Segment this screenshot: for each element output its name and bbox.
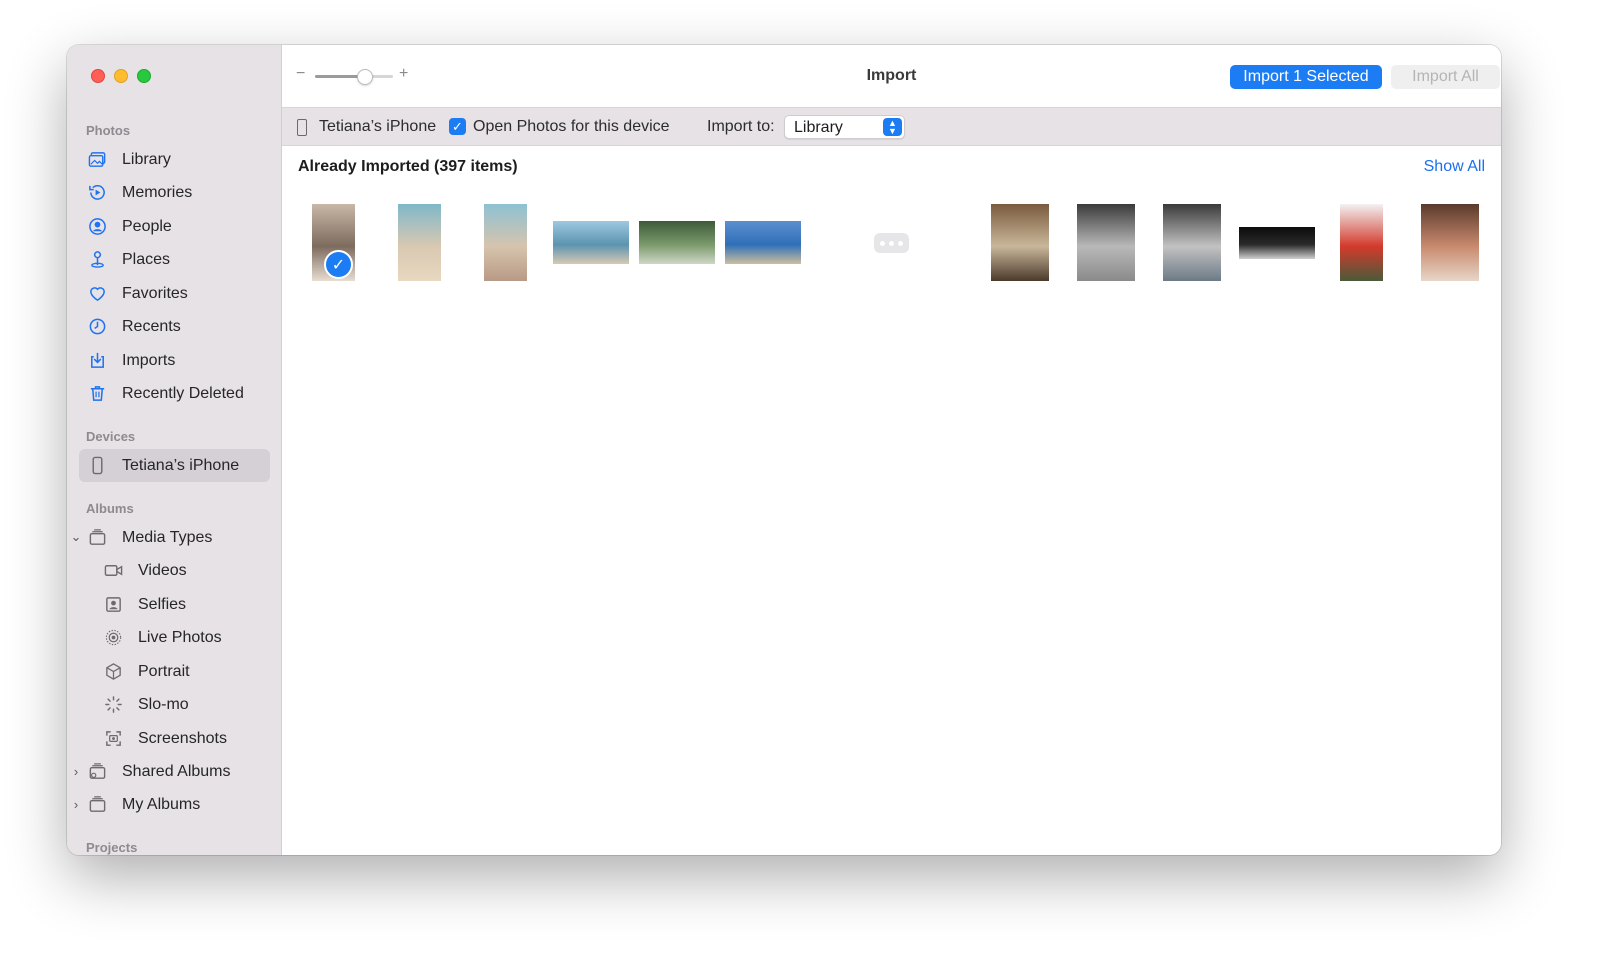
- slomo-icon: [102, 694, 124, 716]
- sidebar-item-my-albums[interactable]: › My Albums: [74, 788, 270, 821]
- import-selected-button[interactable]: Import 1 Selected: [1230, 65, 1382, 89]
- sidebar-item-label: People: [122, 217, 172, 235]
- sidebar-item-label: Library: [122, 150, 171, 168]
- photo-thumbnail[interactable]: [484, 204, 527, 281]
- sidebar-item-label: Screenshots: [138, 729, 227, 747]
- sidebar-item-media-types[interactable]: ⌄ Media Types: [71, 521, 270, 554]
- album-stack-icon: [86, 794, 108, 816]
- portrait-cube-icon: [102, 661, 124, 683]
- section-title-albums: Albums: [86, 501, 134, 516]
- clock-icon: [86, 316, 108, 338]
- import-icon: [86, 350, 108, 372]
- selected-checkmark-icon: ✓: [324, 250, 353, 279]
- live-photo-icon: [102, 627, 124, 649]
- video-icon: [102, 560, 124, 582]
- photo-thumbnail[interactable]: [1340, 204, 1383, 281]
- photo-thumbnail[interactable]: ✓: [312, 204, 355, 281]
- heart-icon: [86, 283, 108, 305]
- open-photos-checkbox[interactable]: ✓: [449, 118, 466, 135]
- photo-thumbnail[interactable]: [991, 204, 1049, 281]
- library-icon: [86, 149, 108, 171]
- memories-icon: [86, 182, 108, 204]
- sidebar-item-live-photos[interactable]: Live Photos: [95, 621, 270, 654]
- trash-icon: [86, 383, 108, 405]
- sidebar-item-library[interactable]: Library: [79, 143, 270, 176]
- open-photos-label[interactable]: Open Photos for this device: [473, 118, 670, 136]
- sidebar-item-screenshots[interactable]: Screenshots: [95, 722, 270, 755]
- sidebar-item-label: Favorites: [122, 284, 188, 302]
- photo-thumbnail[interactable]: [1421, 204, 1479, 281]
- sidebar-item-label: Recents: [122, 317, 181, 335]
- photos-import-window: Photos Library Memories People Places Fa…: [67, 45, 1501, 855]
- sidebar-item-label: My Albums: [122, 795, 201, 813]
- section-title-photos: Photos: [86, 123, 131, 138]
- more-dots-icon[interactable]: [874, 233, 909, 253]
- screenshot-icon: [102, 728, 124, 750]
- minimize-window-button[interactable]: [114, 69, 128, 83]
- device-name: Tetiana’s iPhone: [319, 118, 437, 135]
- album-stack-icon: [86, 527, 108, 549]
- sidebar: Photos Library Memories People Places Fa…: [67, 45, 282, 855]
- sidebar-item-label: Portrait: [138, 662, 190, 680]
- iphone-icon: [297, 119, 307, 136]
- sidebar-item-label: Imports: [122, 351, 176, 369]
- section-title-projects: Projects: [86, 840, 138, 855]
- import-destination-select[interactable]: Library ▲ ▼: [784, 115, 905, 139]
- people-icon: [86, 216, 108, 238]
- photo-thumbnail[interactable]: [639, 221, 715, 264]
- chevron-right-icon[interactable]: ›: [69, 796, 83, 812]
- close-window-button[interactable]: [91, 69, 105, 83]
- title-bar: − + Import Import 1 Selected Import All: [282, 45, 1501, 107]
- sidebar-item-label: Recently Deleted: [122, 384, 244, 402]
- sidebar-item-slo-mo[interactable]: Slo-mo: [95, 688, 270, 721]
- sidebar-item-favorites[interactable]: Favorites: [79, 277, 270, 310]
- selfie-icon: [102, 594, 124, 616]
- photo-thumbnail[interactable]: [1077, 204, 1135, 281]
- import-to-label: Import to:: [707, 118, 775, 135]
- chevron-right-icon[interactable]: ›: [69, 763, 83, 779]
- sidebar-item-videos[interactable]: Videos: [95, 554, 270, 587]
- sidebar-item-label: Live Photos: [138, 628, 222, 646]
- iphone-icon: [86, 455, 108, 477]
- sidebar-item-shared-albums[interactable]: › Shared Albums: [74, 755, 270, 788]
- main-content: − + Import Import 1 Selected Import All …: [282, 45, 1501, 855]
- chevron-down-icon[interactable]: ⌄: [69, 529, 83, 545]
- photo-thumbnail[interactable]: [553, 221, 629, 264]
- photo-thumbnail[interactable]: [725, 221, 801, 264]
- section-title-devices: Devices: [86, 429, 136, 444]
- sidebar-item-label: Places: [122, 250, 171, 268]
- sidebar-item-label: Tetiana’s iPhone: [122, 456, 240, 474]
- sidebar-item-label: Media Types: [122, 528, 213, 546]
- window-controls: [91, 69, 151, 83]
- sidebar-item-people[interactable]: People: [79, 210, 270, 243]
- sidebar-item-portrait[interactable]: Portrait: [95, 655, 270, 688]
- already-imported-heading: Already Imported (397 items): [298, 158, 518, 175]
- sidebar-item-label: Videos: [138, 561, 187, 579]
- updown-chevron-icon: ▲ ▼: [883, 118, 902, 136]
- photo-thumbnail[interactable]: [1239, 226, 1315, 259]
- sidebar-item-selfies[interactable]: Selfies: [95, 588, 270, 621]
- shared-album-icon: [86, 761, 108, 783]
- device-bar: Tetiana’s iPhone ✓ Open Photos for this …: [282, 107, 1501, 146]
- sidebar-item-memories[interactable]: Memories: [79, 176, 270, 209]
- select-value: Library: [794, 119, 843, 136]
- photo-thumbnail[interactable]: [398, 204, 441, 281]
- sidebar-item-recently-deleted[interactable]: Recently Deleted: [79, 377, 270, 410]
- sidebar-item-label: Shared Albums: [122, 762, 231, 780]
- sidebar-item-label: Selfies: [138, 595, 187, 613]
- sidebar-item-places[interactable]: Places: [79, 243, 270, 276]
- photo-thumbnail[interactable]: [1163, 204, 1221, 281]
- sidebar-item-recents[interactable]: Recents: [79, 310, 270, 343]
- zoom-window-button[interactable]: [137, 69, 151, 83]
- import-all-button[interactable]: Import All: [1391, 65, 1500, 89]
- sidebar-item-label: Memories: [122, 183, 193, 201]
- places-icon: [86, 249, 108, 271]
- sidebar-item-tetianas-iphone[interactable]: Tetiana’s iPhone: [79, 449, 270, 482]
- sidebar-item-imports[interactable]: Imports: [79, 344, 270, 377]
- show-all-link[interactable]: Show All: [1424, 158, 1485, 176]
- sidebar-item-label: Slo-mo: [138, 695, 189, 713]
